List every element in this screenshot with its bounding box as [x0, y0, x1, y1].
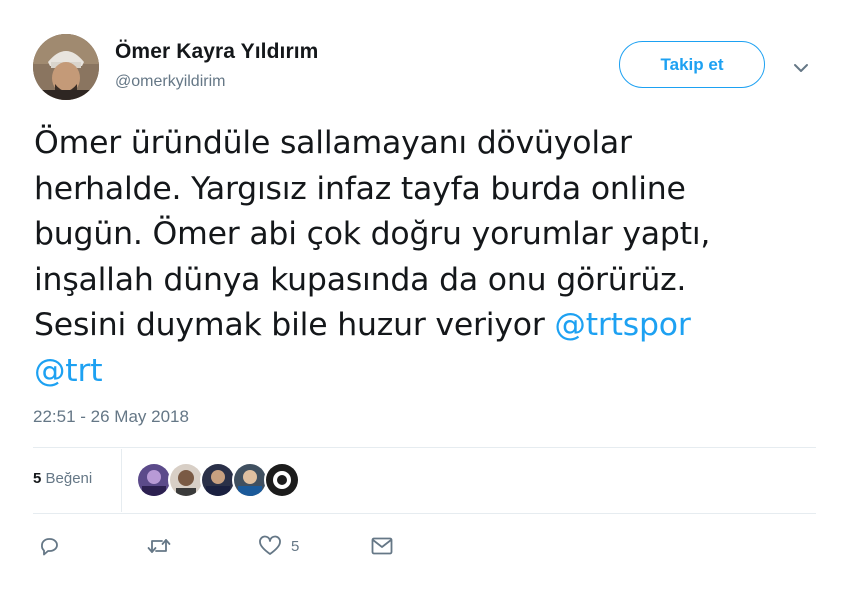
retweet-icon — [147, 539, 171, 553]
divider — [33, 513, 816, 514]
likes-count: 5 — [33, 470, 42, 487]
tweet-card: Ömer Kayra Yıldırım @omerkyildirim Takip… — [0, 0, 850, 600]
tweet-line-text: bugün. Ömer abi çok doğru yorumlar yaptı… — [34, 216, 711, 252]
envelope-icon — [371, 537, 393, 555]
likers-avatars — [136, 462, 300, 498]
mention-link[interactable]: @trt — [34, 353, 103, 389]
avatar[interactable] — [232, 462, 268, 498]
tweet-line: herhalde. Yargısız infaz tayfa burda onl… — [34, 167, 824, 213]
tweet-line: bugün. Ömer abi çok doğru yorumlar yaptı… — [34, 212, 824, 258]
reply-icon — [41, 538, 58, 556]
tweet-timestamp[interactable]: 22:51 - 26 May 2018 — [33, 407, 189, 427]
avatar[interactable] — [264, 462, 300, 498]
tweet-text: Ömer üründüle sallamayanı dövüyolar herh… — [34, 121, 824, 394]
tweet-line: inşallah dünya kupasında da onu görürüz. — [34, 258, 824, 304]
chevron-down-icon[interactable] — [790, 58, 812, 78]
divider — [33, 447, 816, 448]
mention-link[interactable]: @trtspor — [554, 307, 690, 343]
avatar[interactable] — [168, 462, 204, 498]
direct-message-button[interactable] — [370, 533, 394, 559]
tweet-line-text: inşallah dünya kupasında da onu görürüz. — [34, 261, 687, 298]
tweet-line-text: Sesini duymak bile huzur veriyor — [34, 307, 555, 343]
like-button[interactable]: 5 — [258, 533, 299, 559]
tweet-line: Ömer üründüle sallamayanı dövüyolar — [34, 121, 824, 167]
avatar[interactable] — [33, 34, 99, 100]
display-name[interactable]: Ömer Kayra Yıldırım — [115, 40, 318, 64]
likes-label: Beğeni — [45, 470, 93, 487]
tweet-line-text: herhalde. Yargısız infaz tayfa burda onl… — [34, 170, 686, 207]
tweet-line: @trt — [34, 349, 824, 395]
avatar[interactable] — [200, 462, 236, 498]
follow-button[interactable]: Takip et — [619, 41, 765, 88]
retweet-button[interactable] — [146, 533, 172, 559]
like-count: 5 — [291, 537, 300, 555]
divider — [121, 449, 122, 512]
avatar-image — [33, 34, 99, 100]
avatar[interactable] — [136, 462, 172, 498]
tweet-line-text: Ömer üründüle sallamayanı dövüyolar — [34, 125, 632, 161]
user-handle[interactable]: @omerkyildirim — [115, 73, 225, 91]
heart-icon — [259, 535, 281, 555]
reply-button[interactable] — [38, 533, 60, 559]
likes-summary[interactable]: 5 Beğeni — [33, 470, 92, 487]
tweet-line: Sesini duymak bile huzur veriyor @trtspo… — [34, 303, 824, 349]
